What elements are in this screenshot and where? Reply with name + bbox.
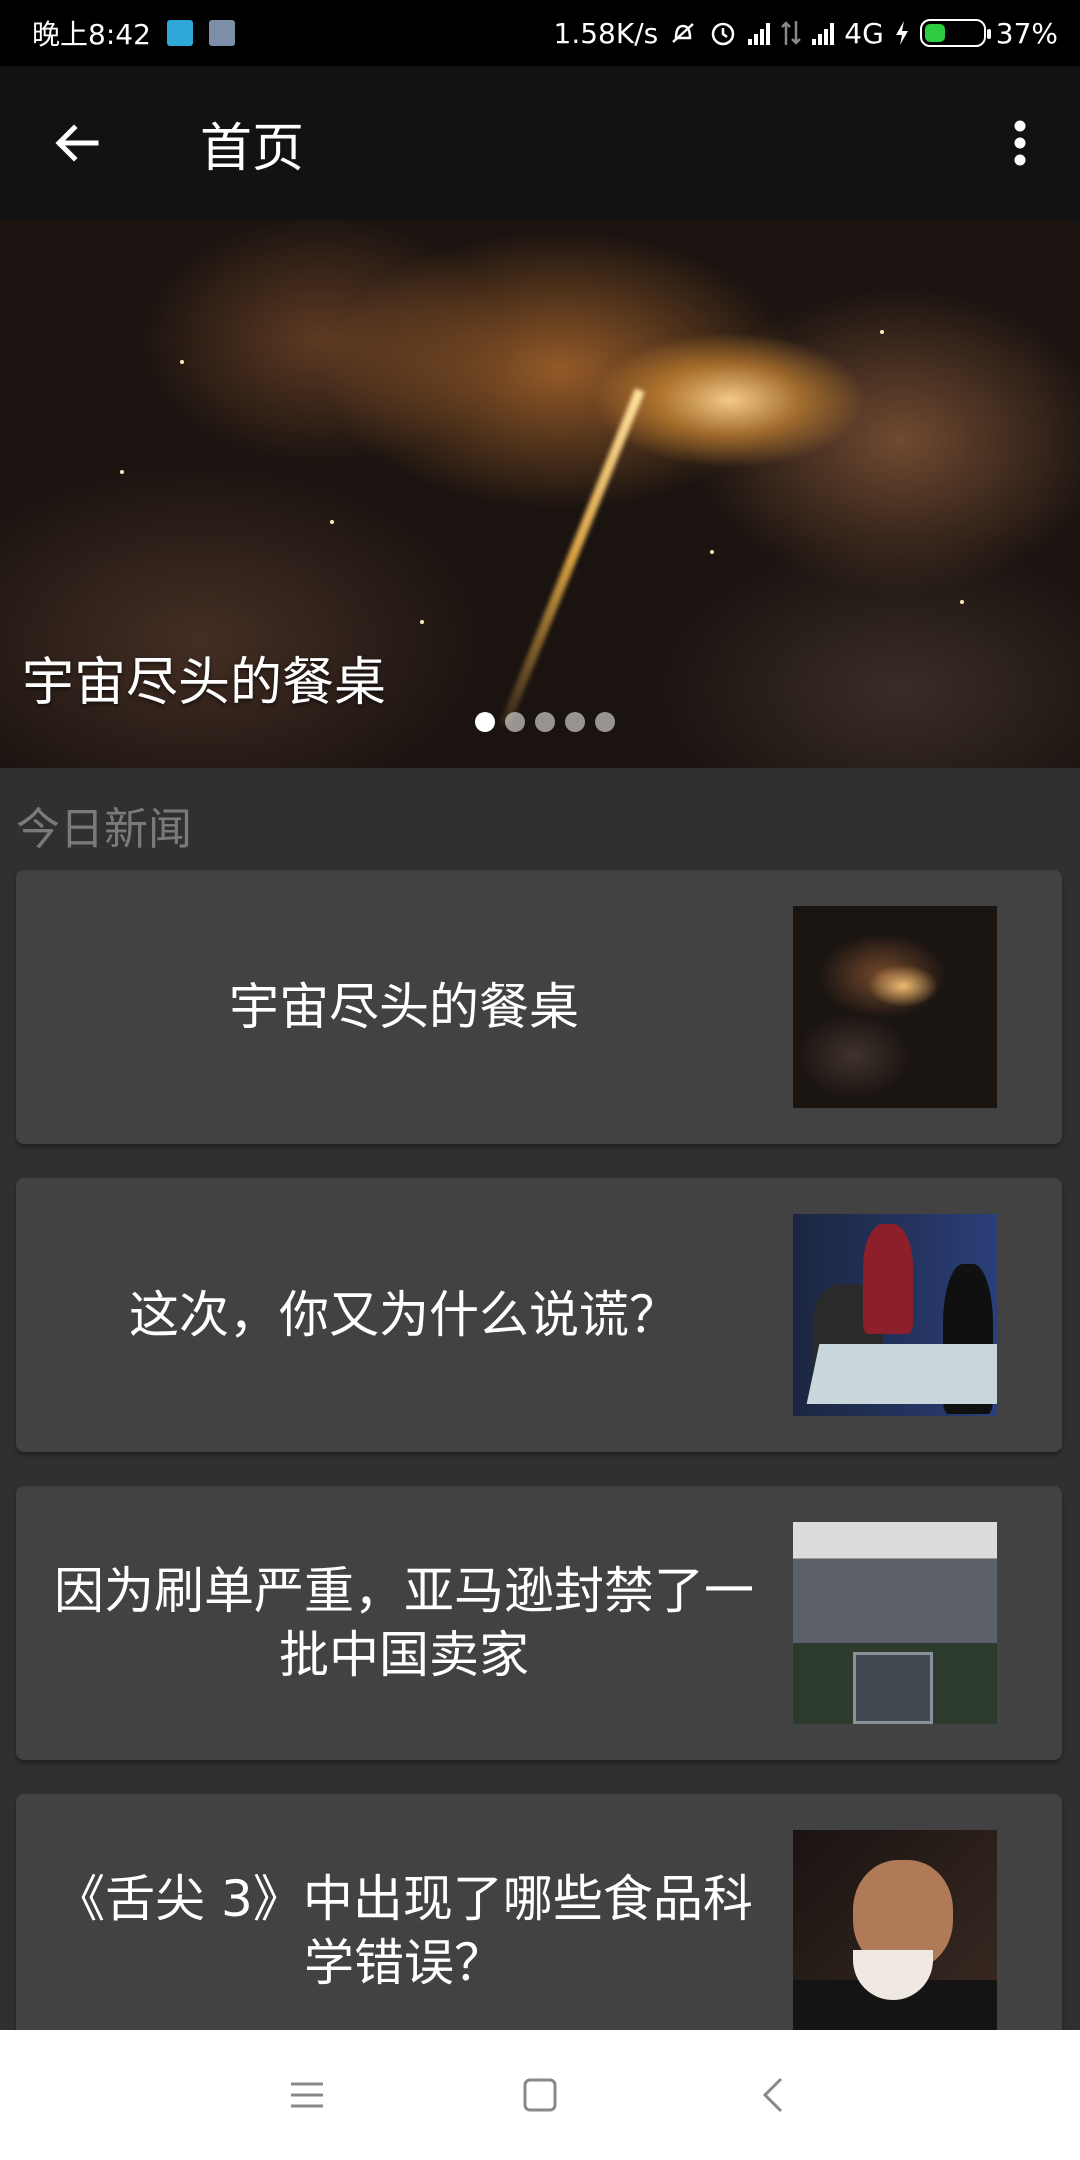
carousel-indicator: [475, 712, 615, 732]
news-card[interactable]: 因为刷单严重，亚马逊封禁了一批中国卖家: [16, 1486, 1062, 1760]
news-thumbnail: [793, 906, 997, 1108]
calendar-notification-icon: [166, 20, 193, 46]
app-bar: 首页: [0, 66, 1080, 220]
banner-image-jet: [500, 388, 645, 726]
network-type: 4G: [844, 16, 884, 50]
battery-icon: [919, 19, 991, 47]
news-title: 这次，你又为什么说谎？: [129, 1286, 679, 1344]
message-notification-icon: [208, 20, 235, 46]
section-title: 今日新闻: [16, 804, 192, 855]
data-transfer-icon: [781, 21, 802, 45]
status-time: 晚上8:42: [32, 18, 151, 51]
news-card[interactable]: 宇宙尽头的餐桌: [16, 870, 1062, 1144]
back-chevron-icon: [763, 2077, 783, 2113]
menu-icon: [290, 2082, 323, 2108]
signal-2-icon: [812, 21, 835, 45]
net-speed: 1.58K/s: [553, 16, 659, 50]
indicator-dot: [595, 712, 615, 732]
home-square-icon: [523, 2078, 557, 2112]
page-title: 首页: [200, 118, 305, 179]
signal-1-icon: [748, 21, 771, 45]
news-thumbnail: [793, 1830, 997, 2032]
alarm-icon: [712, 22, 735, 46]
news-thumbnail: [793, 1214, 997, 1416]
recent-apps-button[interactable]: [267, 2055, 347, 2135]
arrow-back-icon: [55, 124, 99, 162]
news-thumbnail: [793, 1522, 997, 1724]
news-card[interactable]: 这次，你又为什么说谎？: [16, 1178, 1062, 1452]
status-bar: 晚上8:42 1.58K/s 4G 37%: [0, 0, 1080, 66]
news-title: 《舌尖 3》中出现了哪些食品科学错误？: [55, 1870, 753, 1992]
home-button[interactable]: [500, 2055, 580, 2135]
vibrate-mute-icon: [672, 23, 695, 43]
indicator-dot: [565, 712, 585, 732]
news-title: 因为刷单严重，亚马逊封禁了一批中国卖家: [54, 1562, 754, 1684]
news-title: 宇宙尽头的餐桌: [229, 978, 579, 1036]
banner-caption[interactable]: 宇宙尽头的餐桌: [22, 640, 386, 715]
news-card[interactable]: 《舌尖 3》中出现了哪些食品科学错误？: [16, 1794, 1062, 2068]
back-button[interactable]: [0, 66, 154, 220]
battery-percent: 37%: [995, 16, 1058, 50]
charging-icon: [895, 21, 908, 45]
system-nav-bar: [0, 2030, 1080, 2160]
indicator-dot: [535, 712, 555, 732]
indicator-dot: [505, 712, 525, 732]
indicator-dot: [475, 712, 495, 732]
more-vert-icon: [1014, 120, 1026, 166]
more-options-button[interactable]: [960, 66, 1080, 220]
nav-back-button[interactable]: [733, 2055, 813, 2135]
